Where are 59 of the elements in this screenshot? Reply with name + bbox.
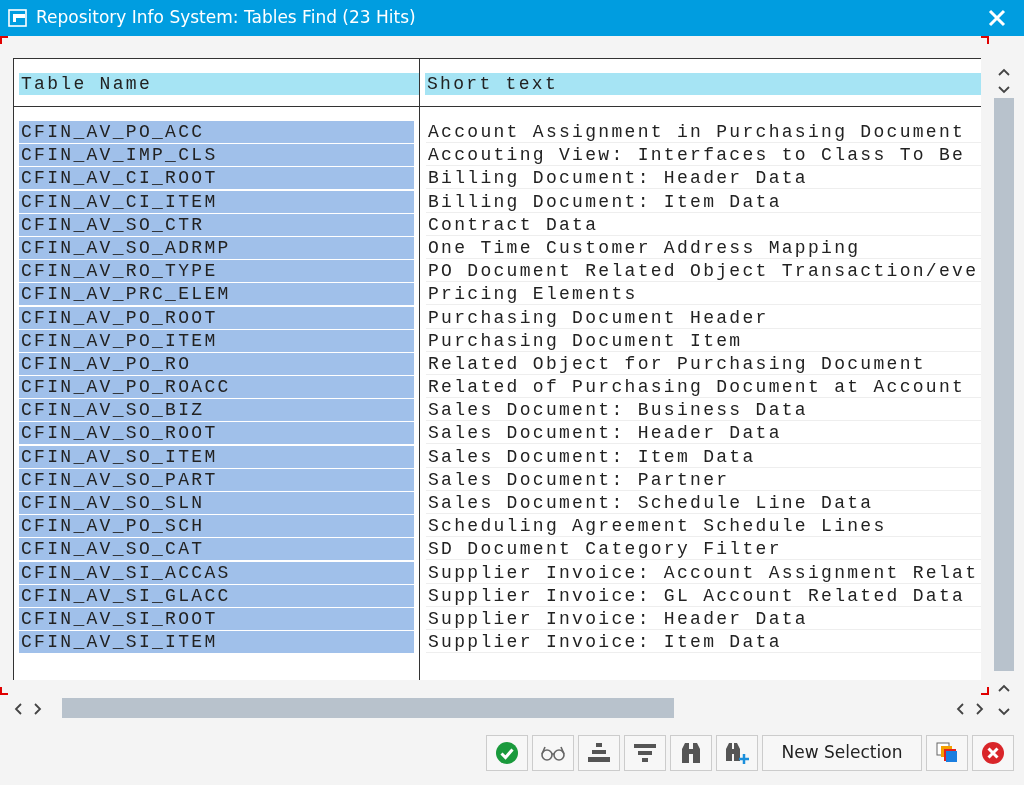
glasses-icon	[540, 745, 566, 761]
table-cell[interactable]: CFIN_AV_SO_ROOT	[19, 422, 414, 445]
close-icon[interactable]	[988, 9, 1006, 27]
glasses-button[interactable]	[532, 735, 574, 771]
table-cell[interactable]: CFIN_AV_SO_ITEM	[19, 445, 414, 468]
cancel-button[interactable]	[972, 735, 1014, 771]
table-cell: Related of Purchasing Document at Account	[426, 376, 981, 399]
table-cell[interactable]: CFIN_AV_IMP_CLS	[19, 144, 414, 167]
table-cell[interactable]: CFIN_AV_PO_RO	[19, 352, 414, 375]
window-title: Repository Info System: Tables Find (23 Hits)	[36, 6, 417, 30]
cancel-icon	[981, 741, 1005, 765]
windows-button[interactable]	[926, 735, 968, 771]
table-cell[interactable]: CFIN_AV_SO_PART	[19, 468, 414, 491]
sort-button[interactable]	[578, 735, 620, 771]
filter-icon	[633, 742, 657, 764]
table-cell: Supplier Invoice: Item Data	[426, 631, 981, 654]
table-cell[interactable]: CFIN_AV_SO_CTR	[19, 213, 414, 236]
new-selection-button[interactable]: New Selection	[762, 735, 922, 771]
binoculars-plus-button[interactable]	[716, 735, 758, 771]
table-cell[interactable]: CFIN_AV_SO_CAT	[19, 538, 414, 561]
table-cell: Scheduling Agreement Schedule Lines	[426, 515, 981, 538]
table-cell[interactable]: CFIN_AV_SO_ADRMP	[19, 236, 414, 259]
check-circle-icon	[495, 741, 519, 765]
windows-icon	[935, 741, 959, 765]
table-cell: Pricing Elements	[426, 283, 981, 306]
table-cell[interactable]: CFIN_AV_SI_ROOT	[19, 607, 414, 630]
check-circle-button[interactable]	[486, 735, 528, 771]
table-cell: SD Document Category Filter	[426, 538, 981, 561]
table-cell: PO Document Related Object Transaction/eve	[426, 260, 981, 283]
window-icon	[8, 9, 28, 27]
scrollbar-thumb[interactable]	[994, 98, 1014, 671]
table-cell[interactable]: CFIN_AV_SO_BIZ	[19, 399, 414, 422]
table-cell[interactable]: CFIN_AV_PO_ROACC	[19, 376, 414, 399]
table-cell[interactable]: CFIN_AV_SI_ITEM	[19, 631, 414, 654]
table-cell[interactable]: CFIN_AV_PO_SCH	[19, 515, 414, 538]
table-cell: Accouting View: Interfaces to Class To Be	[426, 144, 981, 167]
column-header: Short text	[425, 73, 981, 95]
table-cell[interactable]: CFIN_AV_CI_ITEM	[19, 190, 414, 213]
table-cell: Sales Document: Schedule Line Data	[426, 492, 981, 514]
table-cell[interactable]: CFIN_AV_SO_SLN	[19, 492, 414, 514]
binoculars-button[interactable]	[670, 735, 712, 771]
sort-icon	[587, 742, 611, 764]
filter-button[interactable]	[624, 735, 666, 771]
table-cell: Sales Document: Business Data	[426, 399, 981, 422]
table-cell[interactable]: CFIN_AV_PRC_ELEM	[19, 283, 414, 306]
table-cell[interactable]: CFIN_AV_RO_TYPE	[19, 260, 414, 283]
binoculars-plus-icon	[725, 741, 749, 765]
binoculars-icon	[680, 741, 702, 765]
scrollbar-thumb[interactable]	[62, 698, 674, 718]
table-cell: Account Assignment in Purchasing Document	[426, 121, 981, 143]
table-cell[interactable]: CFIN_AV_PO_ROOT	[19, 306, 414, 329]
table-cell[interactable]: CFIN_AV_PO_ITEM	[19, 329, 414, 352]
table-cell[interactable]: CFIN_AV_SI_ACCAS	[19, 561, 414, 584]
table-cell[interactable]: CFIN_AV_PO_ACC	[19, 121, 414, 143]
column-header: Table Name	[19, 73, 419, 95]
table-cell[interactable]: CFIN_AV_SI_GLACC	[19, 584, 414, 607]
table-cell: Billing Document: Header Data	[426, 167, 981, 190]
table-cell[interactable]: CFIN_AV_CI_ROOT	[19, 167, 414, 190]
table-cell: Sales Document: Header Data	[426, 422, 981, 445]
